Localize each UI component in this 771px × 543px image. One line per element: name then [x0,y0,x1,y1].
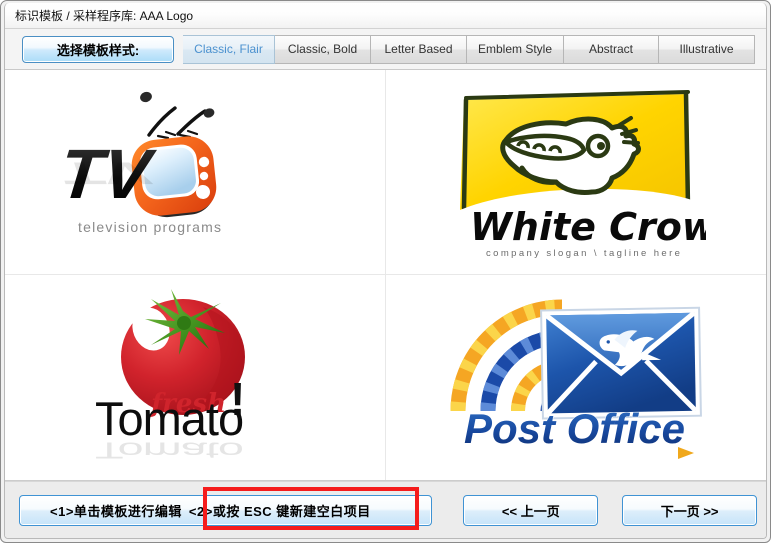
application-window: 标识模板 / 采样程序库: AAA Logo 选择模板样式: Classic, … [0,0,771,543]
hint-text-part1: <1>单击模板进行编辑 [50,503,182,519]
bottom-toolbar: <1>单击模板进行编辑 <2>或按 ESC 键新建空白项目 << 上一页 下一页… [5,481,766,538]
template-thumbnail-tomato[interactable]: fresh ! Tomato Tomato [5,275,386,480]
post-office-logo-graphic: Post Office [450,299,702,459]
hint-text-part2: <2>或按 ESC 键新建空白项目 [188,503,371,519]
tv-tagline: television programs [78,219,222,235]
page-title: 标识模板 / 采样程序库: AAA Logo [15,9,194,23]
tv-logo-graphic: TV TV television programs [56,91,222,235]
tab-emblem-style[interactable]: Emblem Style [467,34,564,64]
next-page-button[interactable]: 下一页 >> [622,494,757,526]
tab-illustrative[interactable]: Illustrative [659,34,755,64]
window-inner: 标识模板 / 采样程序库: AAA Logo 选择模板样式: Classic, … [4,3,767,539]
template-grid: TV TV television programs White Crow com… [5,70,766,481]
previous-page-button[interactable]: << 上一页 [463,494,599,526]
tab-classic-bold[interactable]: Classic, Bold [275,34,371,64]
template-thumbnail-tv[interactable]: TV TV television programs [5,70,386,275]
tab-abstract[interactable]: Abstract [564,34,659,64]
white-crow-wordmark: White Crow [470,205,706,249]
tab-classic-flair[interactable]: Classic, Flair [183,34,275,64]
white-crow-logo-graphic: White Crow company slogan \ tagline here [459,90,706,259]
template-style-tabbar: 选择模板样式: Classic, Flair Classic, Bold Let… [5,29,766,70]
tomato-logo-graphic: fresh ! Tomato Tomato [84,289,285,467]
white-crow-tagline: company slogan \ tagline here [486,248,682,259]
edit-template-hint-button[interactable]: <1>单击模板进行编辑 <2>或按 ESC 键新建空白项目 [19,494,433,526]
window-titlebar: 标识模板 / 采样程序库: AAA Logo [5,3,766,29]
template-thumbnail-white-crow[interactable]: White Crow company slogan \ tagline here [385,70,766,275]
tab-letter-based[interactable]: Letter Based [371,34,467,64]
template-thumbnail-post-office[interactable]: Post Office [385,275,766,480]
select-template-style-button[interactable]: 选择模板样式: [22,35,174,63]
post-office-wordmark: Post Office [464,405,685,452]
svg-text:TV: TV [58,155,157,190]
